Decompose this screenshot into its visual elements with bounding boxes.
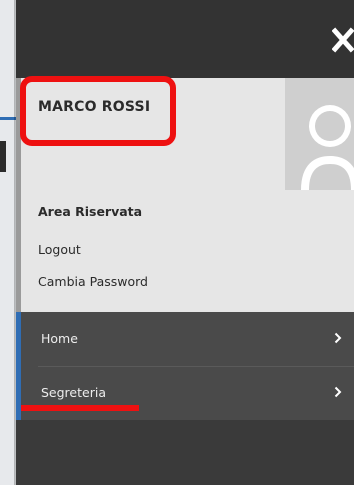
avatar [285, 78, 354, 190]
change-password-link[interactable]: Cambia Password [38, 274, 148, 289]
user-avatar-icon [285, 78, 354, 190]
menu-item-label: Home [41, 331, 78, 346]
close-button[interactable] [332, 25, 354, 55]
annotation-highlight-box [20, 76, 176, 146]
menu-item-label: Segreteria [41, 385, 106, 400]
menu-item-segreteria[interactable]: Segreteria [16, 366, 354, 420]
chevron-right-icon [334, 332, 342, 344]
reserved-area-title: Area Riservata [38, 204, 143, 219]
drawer-topbar [16, 0, 354, 78]
chevron-right-icon [334, 386, 342, 398]
annotation-underline [21, 405, 139, 411]
backdrop-dark-mark [0, 141, 6, 172]
menu-item-home[interactable]: Home [16, 312, 354, 366]
logout-link[interactable]: Logout [38, 242, 81, 257]
nav-menu: Home Segreteria [16, 312, 354, 420]
close-icon [332, 27, 354, 53]
side-drawer: MARCO ROSSI Area Riservata Logout Cambia… [16, 0, 354, 485]
